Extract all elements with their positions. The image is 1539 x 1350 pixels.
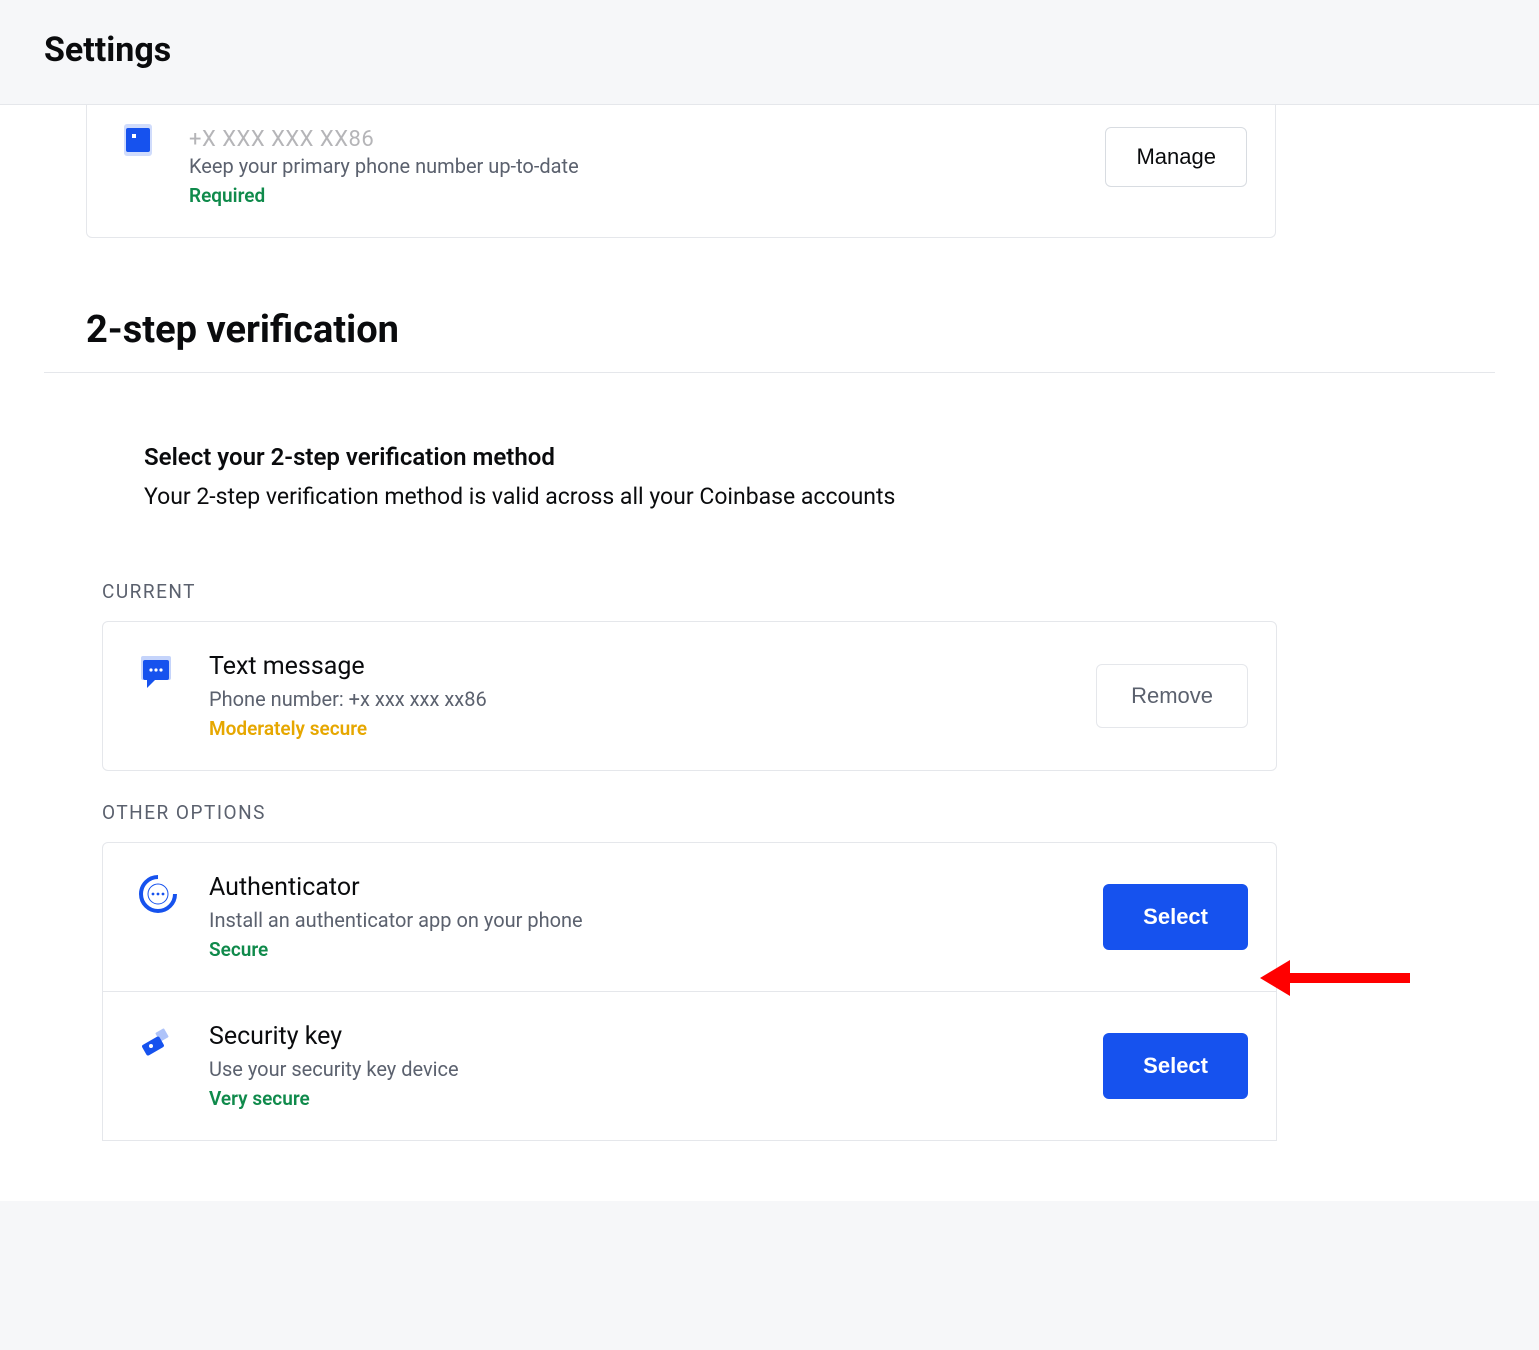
select-security-key-button[interactable]: Select: [1103, 1033, 1248, 1099]
header-bar: Settings: [0, 0, 1539, 105]
current-method-card: Text message Phone number: +x xxx xxx xx…: [102, 621, 1277, 771]
current-group-label: CURRENT: [102, 580, 1495, 603]
page-title: Settings: [44, 30, 1495, 70]
authenticator-title: Authenticator: [209, 873, 583, 902]
security-key-title: Security key: [209, 1022, 459, 1051]
phone-icon: [115, 117, 161, 163]
authenticator-security: Secure: [209, 938, 583, 961]
current-method-security: Moderately secure: [209, 717, 487, 740]
other-options-label: OTHER OPTIONS: [102, 801, 1495, 824]
security-key-icon: [137, 1022, 179, 1064]
phone-card: +X XXX XXX XX86 Keep your primary phone …: [86, 105, 1276, 238]
twostep-heading: 2-step verification: [86, 308, 1495, 352]
phone-description: Keep your primary phone number up-to-dat…: [189, 154, 579, 178]
current-method-detail: Phone number: +x xxx xxx xx86: [209, 687, 487, 711]
authenticator-card: Authenticator Install an authenticator a…: [102, 842, 1277, 992]
twostep-select-desc: Your 2-step verification method is valid…: [144, 483, 1244, 510]
authenticator-icon: [137, 873, 179, 915]
authenticator-detail: Install an authenticator app on your pho…: [209, 908, 583, 932]
twostep-select-title: Select your 2-step verification method: [144, 443, 1244, 471]
current-method-title: Text message: [209, 652, 487, 681]
section-divider: [44, 372, 1495, 373]
manage-phone-button[interactable]: Manage: [1105, 127, 1247, 187]
text-message-icon: [137, 652, 179, 694]
security-key-detail: Use your security key device: [209, 1057, 459, 1081]
security-key-card: Security key Use your security key devic…: [102, 992, 1277, 1141]
phone-required-badge: Required: [189, 184, 579, 207]
content-area: +X XXX XXX XX86 Keep your primary phone …: [0, 105, 1539, 1201]
annotation-arrow: [1260, 960, 1410, 996]
phone-masked-number: +X XXX XXX XX86: [189, 127, 579, 152]
security-key-security: Very secure: [209, 1087, 459, 1110]
select-authenticator-button[interactable]: Select: [1103, 884, 1248, 950]
remove-button[interactable]: Remove: [1096, 664, 1248, 728]
